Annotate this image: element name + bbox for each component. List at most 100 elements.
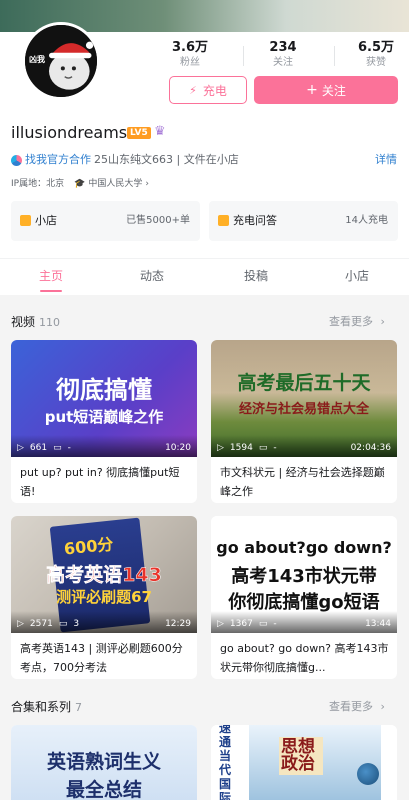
tab-uploads[interactable]: 投稿 bbox=[226, 269, 286, 283]
following-stat[interactable]: 234 关注 bbox=[243, 40, 323, 70]
thumbnail-text: 高考英语143 bbox=[46, 564, 162, 587]
followers-count: 3.6万 bbox=[171, 40, 209, 55]
thumbnail-text: go about?go down? bbox=[216, 538, 392, 557]
stat-divider bbox=[334, 46, 335, 66]
thumbnail-text: 速通当代国际政 bbox=[219, 725, 232, 800]
thumbnail-text: 彻底搞懂 bbox=[56, 376, 152, 404]
view-count: 661 bbox=[29, 443, 48, 453]
chevron-right-icon: › bbox=[380, 700, 385, 713]
school-name: 中国人民大学 bbox=[88, 179, 143, 189]
lightning-icon bbox=[218, 215, 229, 226]
series-thumbnail: 英语熟词生义 最全总结 bbox=[11, 725, 197, 800]
series-title: 合集和系列 bbox=[11, 700, 72, 714]
charge-button[interactable]: ⚡ 充电 bbox=[169, 76, 247, 104]
video-title: 市文科状元 | 经济与社会选择题巅峰之作 bbox=[220, 466, 385, 498]
videos-section-title: 视频 110 bbox=[11, 315, 60, 330]
followers-stat[interactable]: 3.6万 粉丝 bbox=[150, 40, 230, 70]
following-label: 关注 bbox=[273, 57, 293, 68]
tab-shop[interactable]: 小店 bbox=[327, 269, 387, 283]
book-title: 600分 bbox=[63, 534, 115, 559]
view-count: 1367 bbox=[229, 619, 253, 629]
globe-icon bbox=[357, 763, 379, 785]
school-icon: 🎓 bbox=[74, 179, 86, 189]
video-card[interactable]: go about?go down? 高考143市状元带 你彻底搞懂go短语 ▷ … bbox=[211, 516, 397, 679]
series-thumbnail: 速通当代国际政 思想政治 bbox=[211, 725, 397, 800]
videos-more-link[interactable]: 查看更多 › bbox=[329, 315, 385, 329]
charge-qa-title: 充电问答 bbox=[233, 214, 277, 227]
charge-qa-card[interactable]: 充电问答 14人充电 bbox=[209, 201, 398, 241]
thumbnail-text: 高考143市状元带 bbox=[231, 566, 377, 587]
signature-text: 25山东纯文663 | 文件在小店 bbox=[94, 153, 239, 166]
play-icon: ▷ bbox=[217, 443, 224, 453]
followers-label: 粉丝 bbox=[180, 57, 200, 68]
comment-icon: ▭ bbox=[53, 443, 62, 453]
username: illusiondreams bbox=[11, 123, 128, 142]
video-stats: ▷ 661 ▭ - bbox=[17, 443, 71, 453]
ip-location: IP属地：北京 bbox=[11, 179, 65, 189]
video-thumbnail: 600分 高考英语143 测评必刷题67 ▷ 2571 ▭ 3 12:29 bbox=[11, 516, 197, 633]
thumbnail-text: 最全总结 bbox=[65, 779, 142, 800]
videos-title: 视频 bbox=[11, 315, 36, 329]
tab-home[interactable]: 主页 bbox=[21, 269, 81, 283]
videos-count: 110 bbox=[39, 316, 61, 329]
comment-count: - bbox=[273, 443, 277, 453]
video-thumbnail: go about?go down? 高考143市状元带 你彻底搞懂go短语 ▷ … bbox=[211, 516, 397, 633]
play-icon: ▷ bbox=[17, 619, 24, 629]
medal-icon: ♛ bbox=[154, 124, 166, 139]
series-card[interactable]: 英语熟词生义 最全总结 bbox=[11, 725, 197, 800]
video-duration: 12:29 bbox=[165, 619, 191, 629]
video-thumbnail: 高考最后五十天 经济与社会易错点大全 ▷ 1594 ▭ - 02:04:36 bbox=[211, 340, 397, 457]
profile-meta: IP属地：北京 🎓 中国人民大学 › bbox=[11, 178, 149, 190]
shop-icon bbox=[20, 215, 31, 226]
video-duration: 10:20 bbox=[165, 443, 191, 453]
profile-stats: 3.6万 粉丝 234 关注 6.5万 获赞 bbox=[150, 40, 409, 70]
video-stats: ▷ 2571 ▭ 3 bbox=[17, 619, 79, 629]
book-cover: 思想政治 bbox=[249, 725, 381, 800]
lightning-icon: ⚡ bbox=[189, 83, 197, 97]
follow-button[interactable]: + 关注 bbox=[254, 76, 398, 104]
partner-icon bbox=[11, 154, 22, 166]
video-duration: 13:44 bbox=[365, 619, 391, 629]
more-label: 查看更多 bbox=[329, 315, 373, 328]
thumbnail-text: 高考最后五十天 bbox=[237, 372, 371, 394]
partner-link[interactable]: 找我官方合作 bbox=[25, 153, 91, 167]
series-card[interactable]: 速通当代国际政 思想政治 bbox=[211, 725, 397, 800]
active-tab-indicator bbox=[40, 290, 62, 292]
comment-count: - bbox=[273, 619, 277, 629]
avatar[interactable]: 凶我 bbox=[22, 22, 100, 100]
series-more-link[interactable]: 查看更多 › bbox=[329, 700, 385, 714]
video-card[interactable]: 彻底搞懂 put短语巅峰之作 ▷ 661 ▭ - 10:20 put up? p… bbox=[11, 340, 197, 503]
video-card[interactable]: 600分 高考英语143 测评必刷题67 ▷ 2571 ▭ 3 12:29 高考… bbox=[11, 516, 197, 679]
avatar-label: 凶我 bbox=[29, 55, 45, 64]
video-card[interactable]: 高考最后五十天 经济与社会易错点大全 ▷ 1594 ▭ - 02:04:36 市… bbox=[211, 340, 397, 503]
video-title: 高考英语143 | 测评必刷题600分考点，700分考法 bbox=[20, 642, 183, 674]
video-stats: ▷ 1367 ▭ - bbox=[217, 619, 277, 629]
comment-count: 3 bbox=[73, 619, 80, 629]
thumbnail-text: 经济与社会易错点大全 bbox=[238, 402, 369, 417]
play-icon: ▷ bbox=[217, 619, 224, 629]
shop-card-title: 小店 bbox=[35, 214, 57, 227]
comment-icon: ▭ bbox=[58, 619, 68, 629]
details-link[interactable]: 详情 bbox=[375, 153, 397, 167]
school-item[interactable]: 🎓 中国人民大学 › bbox=[74, 178, 149, 190]
view-count: 2571 bbox=[29, 619, 53, 629]
follow-label: 关注 bbox=[321, 83, 346, 98]
tab-dynamics[interactable]: 动态 bbox=[122, 269, 182, 283]
shop-card[interactable]: 小店 已售5000+单 bbox=[11, 201, 200, 241]
likes-stat: 6.5万 获赞 bbox=[336, 40, 409, 70]
comment-icon: ▭ bbox=[258, 619, 268, 629]
series-count: 7 bbox=[75, 701, 83, 714]
charge-qa-meta: 14人充电 bbox=[345, 215, 388, 226]
thumbnail-text: 英语熟词生义 bbox=[46, 751, 161, 773]
following-count: 234 bbox=[269, 40, 297, 55]
charge-label: 充电 bbox=[202, 83, 227, 98]
chevron-right-icon: › bbox=[380, 315, 385, 328]
video-duration: 02:04:36 bbox=[350, 443, 391, 453]
chevron-right-icon: › bbox=[145, 179, 149, 189]
plus-icon: + bbox=[306, 82, 318, 98]
series-section-title: 合集和系列 7 bbox=[11, 700, 82, 715]
profile-signature: 找我官方合作 25山东纯文663 | 文件在小店 bbox=[11, 153, 239, 167]
video-stats: ▷ 1594 ▭ - bbox=[217, 443, 277, 453]
more-label: 查看更多 bbox=[329, 700, 373, 713]
shop-card-meta: 已售5000+单 bbox=[126, 215, 190, 226]
